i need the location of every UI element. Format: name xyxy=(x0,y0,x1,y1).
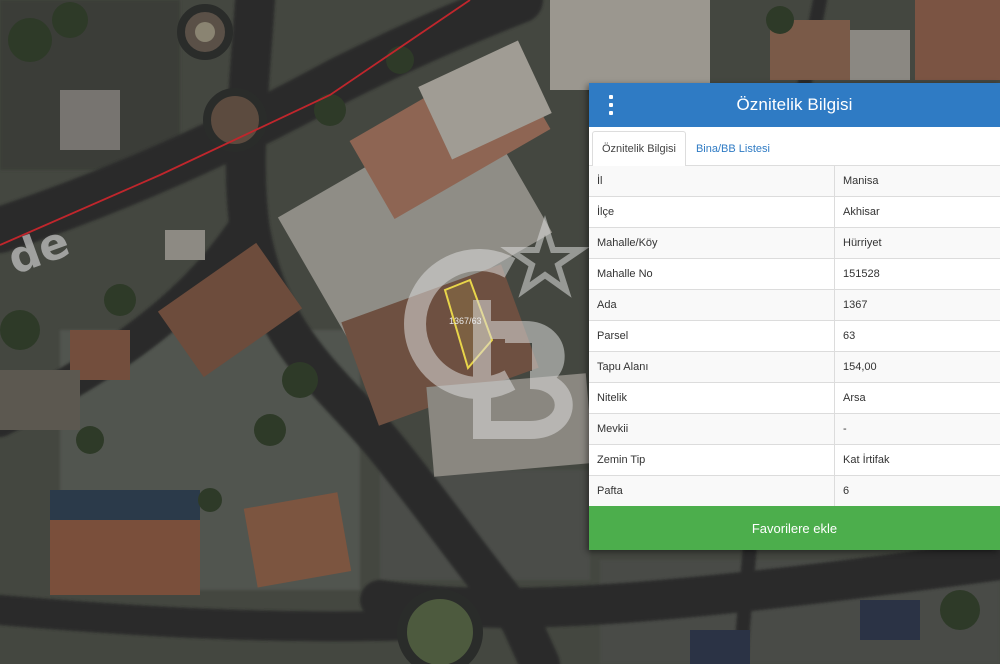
table-row: İl Manisa xyxy=(589,166,1000,197)
row-key: Mahalle/Köy xyxy=(589,227,835,259)
row-value: Kat İrtifak xyxy=(834,444,1000,476)
table-row: Mahalle/Köy Hürriyet xyxy=(589,227,1000,259)
row-key: Zemin Tip xyxy=(589,444,835,476)
panel-header: Öznitelik Bilgisi xyxy=(589,83,1000,127)
tab-bar: Öznitelik Bilgisi Bina/BB Listesi xyxy=(589,127,1000,166)
table-row: Tapu Alanı 154,00 xyxy=(589,351,1000,383)
row-key: İlçe xyxy=(589,196,835,228)
row-value: - xyxy=(834,413,1000,445)
panel-title: Öznitelik Bilgisi xyxy=(736,95,853,114)
tab-attribute-info[interactable]: Öznitelik Bilgisi xyxy=(592,131,686,166)
row-key: Mevkii xyxy=(589,413,835,445)
row-key: Pafta xyxy=(589,475,835,507)
row-value: 1367 xyxy=(834,289,1000,321)
attribute-panel: Öznitelik Bilgisi Öznitelik Bilgisi Bina… xyxy=(589,83,1000,550)
row-value: Hürriyet xyxy=(834,227,1000,259)
table-row: Ada 1367 xyxy=(589,289,1000,321)
row-key: Mahalle No xyxy=(589,258,835,290)
row-key: İl xyxy=(589,166,835,197)
parcel-label: 1367/63 xyxy=(449,316,482,326)
row-value: 63 xyxy=(834,320,1000,352)
table-row: Mevkii - xyxy=(589,413,1000,445)
add-to-favorites-button[interactable]: Favorilere ekle xyxy=(589,506,1000,550)
row-value: Manisa xyxy=(834,166,1000,197)
tab-building-list[interactable]: Bina/BB Listesi xyxy=(686,131,780,166)
table-row: Pafta 6 xyxy=(589,475,1000,507)
table-row: Mahalle No 151528 xyxy=(589,258,1000,290)
row-value: 151528 xyxy=(834,258,1000,290)
row-value: 6 xyxy=(834,475,1000,507)
table-row: İlçe Akhisar xyxy=(589,196,1000,228)
table-row: Nitelik Arsa xyxy=(589,382,1000,414)
table-row: Zemin Tip Kat İrtifak xyxy=(589,444,1000,476)
vertical-dots-icon[interactable] xyxy=(603,95,619,115)
row-key: Nitelik xyxy=(589,382,835,414)
row-key: Tapu Alanı xyxy=(589,351,835,383)
table-row: Parsel 63 xyxy=(589,320,1000,352)
row-key: Parsel xyxy=(589,320,835,352)
row-key: Ada xyxy=(589,289,835,321)
attribute-table: İl Manisa İlçe Akhisar Mahalle/Köy Hürriyet… xyxy=(589,166,1000,507)
row-value: Arsa xyxy=(834,382,1000,414)
row-value: Akhisar xyxy=(834,196,1000,228)
row-value: 154,00 xyxy=(834,351,1000,383)
